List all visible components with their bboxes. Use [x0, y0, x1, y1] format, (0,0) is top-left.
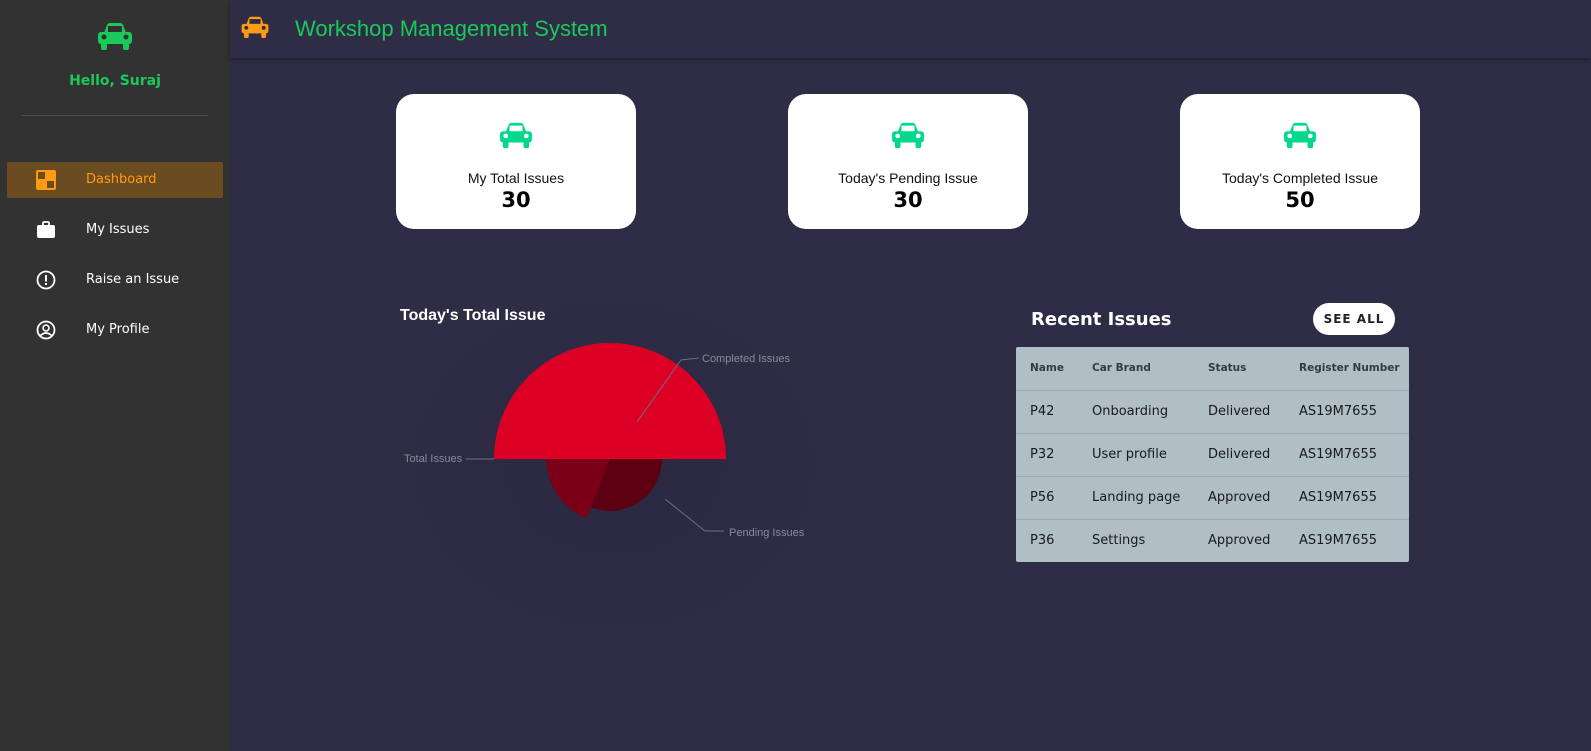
table-row[interactable]: P56 Landing page Approved AS19M7655	[1016, 476, 1409, 520]
sidebar-divider	[22, 115, 208, 116]
cell-name: P56	[1016, 476, 1078, 520]
column-header: Register Number	[1285, 347, 1409, 391]
recent-issues-table: Name Car Brand Status Register Number P4…	[1016, 347, 1409, 562]
pie-label: Total Issues	[404, 453, 463, 465]
sidebar-item-raise-issue[interactable]: Raise an Issue	[7, 262, 223, 298]
pie-label: Completed Issues	[702, 353, 791, 365]
cell-register-number: AS19M7655	[1299, 533, 1377, 549]
cell-status: Delivered	[1194, 390, 1285, 434]
app-title: Workshop Management System	[295, 16, 608, 41]
table-header-row: Name Car Brand Status Register Number	[1016, 347, 1409, 391]
sidebar-item-label: Dashboard	[86, 172, 157, 187]
cell-car-brand: User profile	[1078, 433, 1194, 477]
chart-title: Today's Total Issue	[400, 307, 546, 324]
cell-name: P32	[1016, 433, 1078, 477]
table-row[interactable]: P36 Settings Approved AS19M7655	[1016, 519, 1409, 562]
stat-card-pending: Today's Pending Issue 30	[788, 94, 1028, 229]
table-row[interactable]: P32 User profile Delivered AS19M7655	[1016, 433, 1409, 477]
sidebar-item-label: Raise an Issue	[86, 272, 180, 287]
column-header: Name	[1016, 347, 1078, 391]
cell-register-number: AS19M7655	[1285, 433, 1409, 477]
header: Workshop Management System	[230, 0, 1591, 58]
cell-name: P36	[1030, 533, 1055, 549]
car-icon	[241, 16, 269, 39]
cell-status: Approved	[1208, 533, 1271, 549]
car-icon	[892, 122, 924, 149]
recent-issues-title: Recent Issues	[1031, 309, 1172, 330]
car-icon	[1284, 122, 1316, 149]
car-icon	[98, 23, 132, 50]
sidebar-item-dashboard[interactable]: Dashboard	[7, 162, 223, 198]
column-header: Status	[1194, 347, 1285, 391]
dashboard-icon	[36, 170, 56, 190]
issues-pie-chart: Total Issues Completed Issues Pending Issu…	[399, 290, 829, 640]
cell-status: Delivered	[1194, 433, 1285, 477]
stat-value: 50	[1285, 188, 1315, 212]
sidebar-item-label: My Issues	[86, 222, 150, 237]
alert-circle-icon	[36, 270, 56, 290]
briefcase-icon	[37, 221, 55, 238]
stat-label: Today's Pending Issue	[838, 170, 978, 186]
cell-car-brand: Onboarding	[1078, 390, 1194, 434]
sidebar-item-my-issues[interactable]: My Issues	[7, 212, 223, 248]
cell-register-number: AS19M7655	[1285, 390, 1409, 434]
stat-label: Today's Completed Issue	[1222, 170, 1378, 186]
greeting: Hello, Suraj	[69, 73, 161, 89]
see-all-button[interactable]: SEE ALL	[1313, 303, 1395, 335]
sidebar-item-my-profile[interactable]: My Profile	[7, 312, 223, 348]
sidebar-item-label: My Profile	[86, 322, 150, 337]
cell-car-brand: Landing page	[1078, 476, 1194, 520]
cell-register-number: AS19M7655	[1285, 476, 1409, 520]
stat-value: 30	[501, 188, 531, 212]
sidebar: Hello, Suraj Dashboard My Issues Raise a…	[0, 0, 230, 751]
stat-card-total: My Total Issues 30	[396, 94, 636, 229]
stat-card-completed: Today's Completed Issue 50	[1180, 94, 1420, 229]
stat-label: My Total Issues	[467, 170, 565, 186]
car-icon	[500, 122, 532, 149]
column-header: Car Brand	[1078, 347, 1194, 391]
table-row[interactable]: P42 Onboarding Delivered AS19M7655	[1016, 390, 1409, 434]
stat-value: 30	[893, 188, 923, 212]
cell-status: Approved	[1194, 476, 1285, 520]
user-circle-icon	[36, 320, 56, 340]
cell-name: P42	[1016, 390, 1078, 434]
pie-label: Pending Issues	[729, 527, 805, 539]
cell-car-brand: Settings	[1092, 533, 1146, 549]
